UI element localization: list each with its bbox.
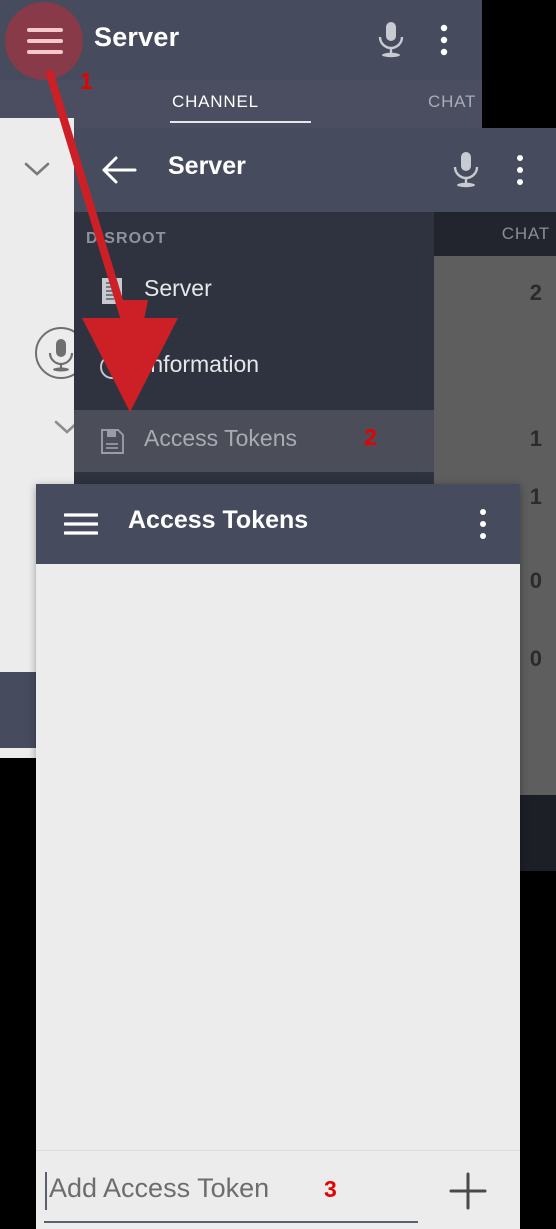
annotation-number-1: 1 xyxy=(80,68,93,94)
info-circle-icon xyxy=(98,352,126,382)
back-arrow-icon[interactable] xyxy=(101,152,139,188)
add-access-token-row: Add Access Token xyxy=(36,1150,520,1229)
annotation-number-3: 3 xyxy=(324,1176,337,1202)
overflow-menu-icon-secondary[interactable] xyxy=(509,154,531,186)
counter-value-3: 1 xyxy=(529,484,542,509)
counter-value-2: 1 xyxy=(529,426,542,451)
access-tokens-app-bar: Access Tokens xyxy=(36,484,520,564)
access-tokens-list xyxy=(36,564,520,1150)
input-underline xyxy=(44,1221,418,1223)
access-tokens-screen: Access Tokens xyxy=(36,484,520,1229)
overflow-menu-icon[interactable] xyxy=(432,24,456,56)
add-access-token-input[interactable]: Add Access Token xyxy=(49,1173,269,1204)
second-app-bar: Server xyxy=(74,128,556,212)
drawer-item-server-label: Server xyxy=(144,275,212,301)
drawer-section-label: DISROOT xyxy=(86,230,167,247)
server-list-icon xyxy=(98,276,126,306)
screen-edge-mask-top xyxy=(482,0,556,128)
top-app-bar-title: Server xyxy=(94,22,180,52)
text-cursor xyxy=(45,1172,47,1210)
annotation-number-2: 2 xyxy=(364,424,377,450)
second-app-bar-title: Server xyxy=(168,152,246,180)
hamburger-highlight-circle[interactable] xyxy=(5,2,83,80)
drawer-item-information[interactable]: Information xyxy=(74,336,434,398)
tab-chat[interactable]: CHAT xyxy=(428,92,476,112)
access-tokens-title: Access Tokens xyxy=(128,506,309,534)
navigation-drawer: DISROOT Server Information Access Tokens xyxy=(74,212,434,484)
counter-value-5: 0 xyxy=(529,646,542,671)
microphone-icon[interactable] xyxy=(374,20,408,60)
drawer-item-information-label: Information xyxy=(144,351,260,377)
tab-active-indicator xyxy=(170,121,311,123)
overflow-menu-icon-access-tokens[interactable] xyxy=(472,508,494,540)
right-chat-label: CHAT xyxy=(501,224,550,243)
tab-channel[interactable]: CHANNEL xyxy=(172,92,259,112)
counter-value-1: 2 xyxy=(529,280,542,305)
drawer-item-server[interactable]: Server xyxy=(74,260,434,322)
right-chat-header: CHAT xyxy=(434,212,556,256)
left-dark-block xyxy=(0,672,37,748)
plus-icon[interactable] xyxy=(448,1171,488,1211)
counter-value-4: 0 xyxy=(529,568,542,593)
drawer-item-access-tokens[interactable]: Access Tokens xyxy=(74,410,434,472)
save-floppy-icon xyxy=(98,426,126,456)
microphone-icon-secondary[interactable] xyxy=(450,150,482,190)
chevron-down-icon[interactable] xyxy=(22,160,52,178)
hamburger-menu-icon-highlighted[interactable] xyxy=(27,27,63,55)
hamburger-menu-icon[interactable] xyxy=(63,513,99,535)
drawer-item-access-tokens-label: Access Tokens xyxy=(144,425,297,451)
screenshot-root: Server CHANNEL CHAT Server CHAT 2 1 1 0 … xyxy=(0,0,556,1229)
